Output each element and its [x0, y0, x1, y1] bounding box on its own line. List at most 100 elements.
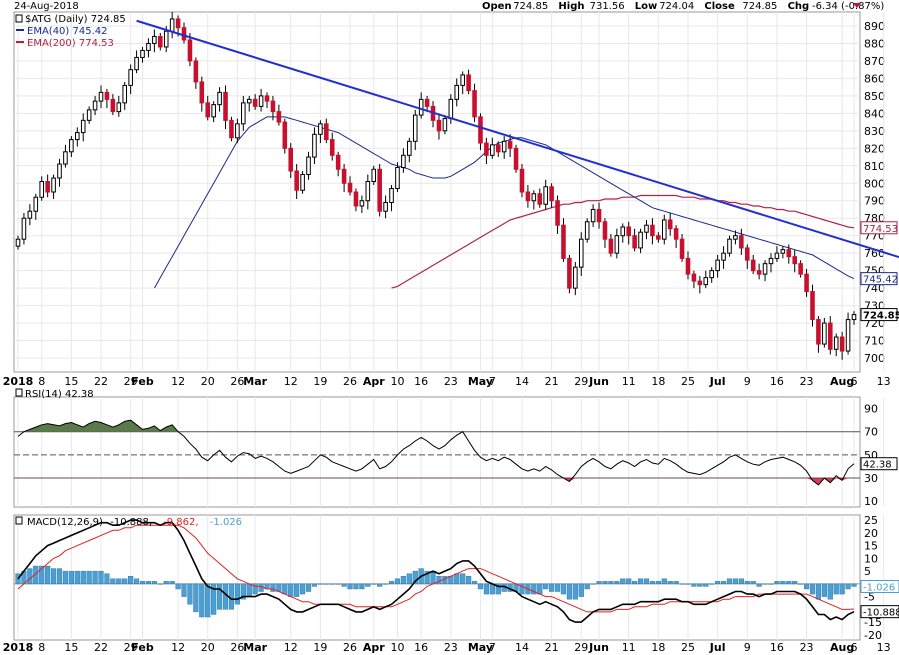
candle-down — [507, 140, 513, 149]
macd-histogram-bar — [661, 578, 667, 585]
macd-x-tick-label: 10 — [390, 641, 404, 654]
candle-up — [590, 208, 596, 223]
macd-histogram-bar — [27, 568, 33, 585]
macd-histogram-bar — [128, 576, 134, 585]
macd-x-tick-label: 22 — [94, 641, 108, 654]
price-x-tick-label: 13 — [877, 375, 891, 388]
macd-x-tick-label: Apr — [363, 641, 385, 654]
rsi-y-tick-label: 90 — [864, 403, 878, 416]
candle-down — [798, 263, 803, 275]
candle-down — [288, 147, 294, 172]
macd-x-tick-label: 23 — [444, 641, 458, 654]
candle-up — [98, 91, 104, 102]
macd-histogram-bar — [45, 565, 51, 585]
macd-histogram-bar — [80, 570, 86, 585]
macd-x-tick-label: 14 — [515, 641, 529, 654]
macd-histogram-bar — [305, 583, 312, 592]
candle-up — [365, 181, 371, 202]
candle-up — [407, 140, 412, 156]
price-y-tick-label: 710 — [864, 335, 885, 348]
price-legend-item: EMA(200) 774.53 — [27, 38, 114, 49]
macd-histogram-bar — [685, 583, 691, 585]
price-value-label: 745.42 — [863, 275, 898, 286]
macd-histogram-bar — [786, 581, 792, 585]
rsi-y-tick-label: 10 — [864, 495, 878, 508]
header-close-label: Close — [704, 1, 735, 12]
macd-x-tick-label: 26 — [343, 641, 357, 654]
macd-histogram-bar — [756, 583, 762, 587]
candle-up — [845, 319, 851, 352]
macd-histogram-bar — [590, 583, 596, 585]
candle-up — [312, 133, 317, 158]
candle-up — [258, 95, 264, 107]
macd-histogram-bar — [768, 583, 774, 585]
candle-up — [211, 104, 216, 118]
candle-up — [306, 156, 311, 176]
price-x-tick-label: 6 — [851, 375, 858, 388]
candle-up — [774, 252, 780, 259]
macd-histogram-bar — [827, 583, 833, 600]
header-chg-value: -6.34 (-0.87%) — [812, 1, 884, 12]
candle-down — [495, 144, 501, 153]
price-y-tick-label: 810 — [864, 160, 885, 173]
macd-histogram-bar — [104, 573, 110, 585]
rsi-y-tick-label: 70 — [864, 426, 878, 439]
rsi-legend: RSI(14) 42.38 — [25, 389, 94, 400]
candle-up — [217, 91, 222, 106]
rsi-icon — [15, 388, 23, 397]
candle-up — [75, 132, 80, 141]
macd-histogram-bar — [151, 581, 157, 585]
price-x-tick-label: 14 — [515, 375, 529, 388]
macd-legend-item: -9.862, — [163, 517, 198, 528]
price-x-tick-label: Mar — [243, 375, 267, 388]
price-y-tick-label: 880 — [864, 37, 885, 50]
macd-x-tick-label: Mar — [243, 641, 267, 654]
candle-up — [86, 109, 92, 121]
macd-histogram-bar — [673, 581, 679, 585]
candle-down — [750, 259, 756, 272]
candle-down — [199, 81, 205, 104]
candle-down — [679, 238, 685, 259]
candle-down — [264, 95, 270, 102]
price-x-tick-label: 15 — [64, 375, 78, 388]
candle-up — [39, 181, 45, 198]
macd-histogram-bar — [388, 581, 395, 585]
macd-histogram-bar — [394, 578, 401, 585]
stock-chart: 700 710 720 730 740 750 760 770 780 790 800 810 820 8… — [0, 0, 899, 655]
macd-x-tick-label: 6 — [851, 641, 858, 654]
candle-up — [140, 49, 145, 58]
price-x-tick-label: 12 — [284, 375, 298, 388]
macd-histogram-bar — [566, 583, 572, 600]
macd-histogram-bar — [679, 583, 685, 585]
macd-x-tick-label: 16 — [770, 641, 784, 654]
macd-histogram-bar — [732, 578, 739, 585]
candle-up — [21, 217, 27, 240]
macd-histogram-bar — [86, 570, 92, 585]
candle-down — [341, 168, 347, 184]
price-x-tick-label: 22 — [94, 375, 108, 388]
macd-histogram-bar — [300, 583, 306, 595]
macd-x-tick-label: 12 — [171, 641, 185, 654]
price-x-tick-label: 16 — [770, 375, 784, 388]
macd-histogram-bar — [246, 583, 252, 597]
candle-up — [300, 174, 305, 191]
macd-histogram-bar — [697, 583, 703, 587]
candle-down — [377, 168, 382, 212]
candle-down — [270, 100, 276, 113]
price-y-tick-label: 850 — [864, 90, 885, 103]
candle-up — [638, 231, 643, 249]
candle-up — [727, 238, 732, 254]
macd-x-tick-label: 15 — [64, 641, 78, 654]
macd-histogram-bar — [50, 568, 57, 585]
price-y-tick-label: 890 — [864, 20, 885, 33]
macd-x-tick-label: 23 — [800, 641, 814, 654]
macd-histogram-bar — [471, 581, 478, 585]
macd-y-tick-label: 20 — [864, 527, 878, 540]
macd-histogram-bar — [110, 578, 116, 585]
macd-histogram-bar — [703, 583, 709, 587]
macd-x-tick-label: 11 — [622, 641, 636, 654]
macd-y-tick-label: 25 — [864, 514, 878, 527]
candle-down — [827, 322, 833, 350]
candle-up — [768, 257, 774, 265]
candle-down — [567, 257, 572, 289]
